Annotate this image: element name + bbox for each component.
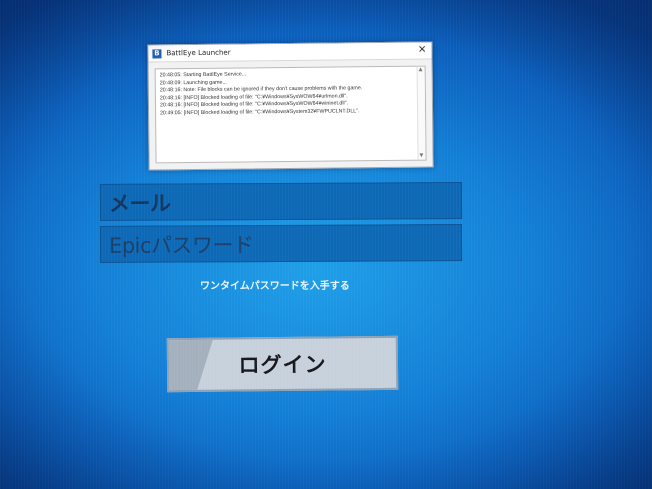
password-field[interactable]: Epicパスワード: [99, 224, 463, 263]
log-line: 20:49:05: [INFO] Blocked loading of file…: [160, 108, 360, 117]
battleye-logo-icon: B: [152, 48, 162, 58]
scroll-up-icon[interactable]: ▲: [419, 67, 423, 73]
battleye-launcher-window: B BattlEye Launcher ✕ 20:48:05: Starting…: [147, 41, 434, 171]
button-stripe-decoration: [166, 339, 213, 391]
login-button[interactable]: ログイン: [166, 335, 399, 393]
get-one-time-password-link[interactable]: ワンタイムパスワードを入手する: [200, 277, 350, 292]
login-screen: B BattlEye Launcher ✕ 20:48:05: Starting…: [0, 0, 652, 489]
password-placeholder: Epicパスワード: [108, 232, 254, 258]
log-scrollbar[interactable]: ▲ ▼: [416, 66, 426, 160]
scroll-down-icon[interactable]: ▼: [419, 153, 423, 159]
login-button-label: ログイン: [238, 352, 327, 378]
battleye-log[interactable]: 20:48:05: Starting BattlEye Service... 2…: [154, 65, 427, 164]
battleye-titlebar[interactable]: B BattlEye Launcher ✕: [148, 42, 432, 63]
battleye-title: BattlEye Launcher: [166, 48, 231, 58]
email-placeholder: メール: [108, 191, 171, 216]
close-icon[interactable]: ✕: [418, 45, 427, 56]
email-field[interactable]: メール: [99, 182, 463, 221]
